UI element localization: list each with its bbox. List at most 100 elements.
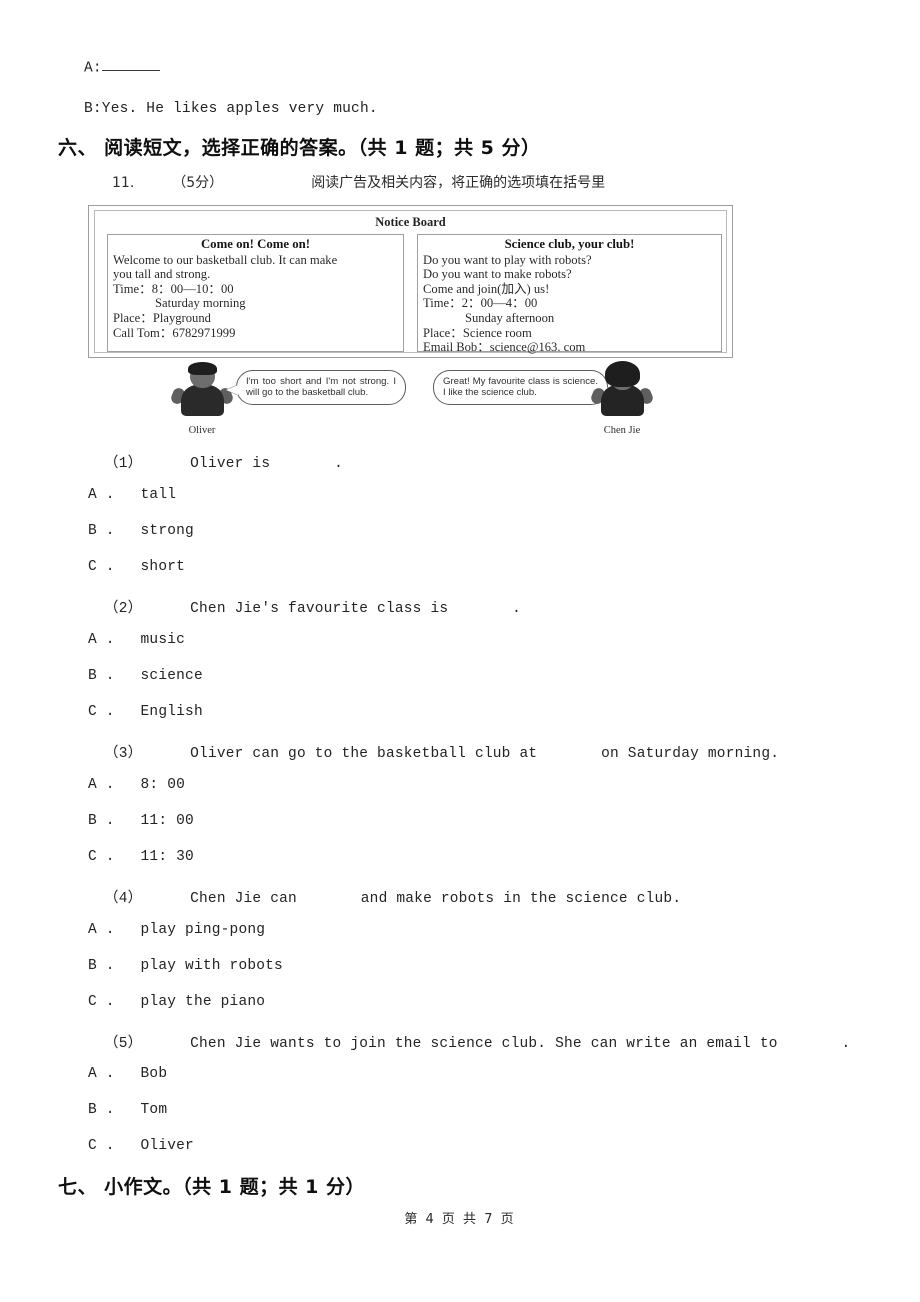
option-text: short: [140, 559, 186, 575]
question-stem: （5） Chen Jie wants to join the science c…: [104, 1031, 850, 1052]
question-text: Chen Jie wants to join the science club.…: [190, 1036, 778, 1052]
option-letter: C .: [88, 1138, 115, 1154]
notice-line: you tall and strong.: [113, 267, 211, 282]
question-stem: （4） Chen Jie can and make robots in the …: [104, 886, 681, 907]
question-text-tail: .: [512, 601, 521, 617]
option-letter: A .: [88, 632, 115, 648]
option-text: 11: 30: [140, 849, 194, 865]
question-text: Chen Jie can: [190, 891, 297, 907]
question-stem: （2） Chen Jie's favourite class is .: [104, 596, 521, 617]
chenjie-character-icon: Chen Jie: [589, 361, 655, 436]
question-text-tail: .: [841, 1036, 851, 1052]
option-letter: C .: [88, 559, 115, 575]
chenjie-speech-text: Great! My favourite class is science. I …: [443, 376, 598, 399]
option-text: Tom: [140, 1102, 168, 1118]
option-text: music: [140, 632, 186, 648]
dialogue-line-a: A:: [84, 58, 160, 76]
option-row[interactable]: B . play with robots: [88, 958, 283, 974]
notice-line: Place：Science room: [423, 325, 532, 340]
hair-icon: [188, 362, 217, 375]
option-letter: B .: [88, 1102, 115, 1118]
option-row[interactable]: A . tall: [88, 487, 176, 503]
hair-icon: [605, 361, 640, 387]
notice-line: Time：2：00—4：00: [423, 296, 538, 311]
notice-line: Do you want to play with robots?: [423, 252, 592, 267]
question-number: （1）: [104, 456, 143, 472]
notice-line: Sunday afternoon: [465, 310, 555, 325]
question-stem: （1） Oliver is .: [104, 451, 343, 472]
option-text: Oliver: [140, 1138, 194, 1154]
section-six-heading: 六、 阅读短文，选择正确的答案。（共 1 题；共 5 分）: [58, 137, 541, 159]
option-letter: C .: [88, 994, 115, 1010]
notice-line: Place：Playground: [113, 310, 211, 325]
option-letter: A .: [88, 777, 115, 793]
option-row[interactable]: B . 11: 00: [88, 813, 194, 829]
dialogue-line-a-label: A:: [84, 60, 102, 77]
option-letter: A .: [88, 487, 115, 503]
option-row[interactable]: B . Tom: [88, 1102, 167, 1118]
question-text-tail: .: [334, 456, 343, 472]
section-seven-heading: 七、 小作文。（共 1 题；共 1 分）: [58, 1176, 366, 1198]
option-text: 11: 00: [140, 813, 194, 829]
notice-line: Do you want to make robots?: [423, 267, 572, 282]
option-row[interactable]: B . strong: [88, 523, 194, 539]
item-prompt: 阅读广告及相关内容，将正确的选项填在括号里: [311, 175, 606, 191]
option-row[interactable]: A . play ping-pong: [88, 922, 265, 938]
question-number: （2）: [104, 601, 143, 617]
option-text: tall: [140, 487, 177, 503]
oliver-name-label: Oliver: [188, 425, 216, 436]
question-stem: （3） Oliver can go to the basketball club…: [104, 741, 779, 762]
question-text-tail: on Saturday morning.: [601, 746, 780, 762]
option-letter: B .: [88, 958, 115, 974]
chenjie-name-label: Chen Jie: [603, 425, 641, 436]
option-letter: A .: [88, 922, 115, 938]
option-letter: B .: [88, 523, 115, 539]
answer-blank[interactable]: [101, 58, 160, 72]
option-text: strong: [140, 523, 194, 539]
basketball-club-heading: Come on! Come on!: [200, 237, 311, 251]
notice-line: Come and join(加入) us!: [423, 281, 550, 296]
oliver-speech-bubble: I'm too short and I'm not strong. I will…: [226, 370, 406, 405]
option-row[interactable]: C . Oliver: [88, 1138, 194, 1154]
chenjie-speech-bubble: Great! My favourite class is science. I …: [433, 370, 618, 405]
question-number: （3）: [104, 746, 143, 762]
notice-line: Email Bob：science@163. com: [423, 340, 586, 355]
option-row[interactable]: A . music: [88, 632, 185, 648]
notice-line: Time：8：00—10：00: [113, 281, 234, 296]
option-text: play with robots: [140, 958, 283, 974]
basketball-club-notice: Come on! Come on! Welcome to our basketb…: [107, 234, 404, 352]
option-text: play the piano: [140, 994, 266, 1010]
oliver-character-icon: Oliver: [169, 362, 235, 436]
option-letter: B .: [88, 668, 115, 684]
option-row[interactable]: B . science: [88, 668, 203, 684]
notice-board-title: Notice Board: [375, 215, 446, 229]
oliver-speech-text: I'm too short and I'm not strong. I will…: [246, 376, 396, 399]
option-row[interactable]: C . short: [88, 559, 185, 575]
option-row[interactable]: C . English: [88, 704, 203, 720]
option-letter: C .: [88, 849, 115, 865]
notice-line: Saturday morning: [155, 296, 246, 311]
question-number: （5）: [104, 1036, 143, 1052]
option-row[interactable]: C . play the piano: [88, 994, 265, 1010]
characters-figure: Oliver I'm too short and I'm not strong.…: [88, 360, 733, 442]
notice-board-figure: Notice Board Come on! Come on! Welcome t…: [88, 205, 733, 358]
item-number: 11.: [112, 175, 135, 191]
option-letter: B .: [88, 813, 115, 829]
option-row[interactable]: A . Bob: [88, 1066, 167, 1082]
question-number: （4）: [104, 891, 143, 907]
item-points: （5分）: [172, 175, 224, 191]
question-item-11-header: 11. （5分） 阅读广告及相关内容，将正确的选项填在括号里: [112, 172, 605, 192]
dialogue-line-b: B:Yes. He likes apples very much.: [84, 101, 378, 117]
bubble-tail-icon: [226, 385, 238, 395]
page-footer: 第 4 页 共 7 页: [404, 1212, 516, 1227]
science-club-heading: Science club, your club!: [504, 237, 635, 251]
option-row[interactable]: C . 11: 30: [88, 849, 194, 865]
option-letter: A .: [88, 1066, 115, 1082]
notice-board-frame: Notice Board Come on! Come on! Welcome t…: [94, 210, 727, 355]
question-text: Oliver is: [190, 456, 271, 472]
option-row[interactable]: A . 8: 00: [88, 777, 185, 793]
question-text: Chen Jie's favourite class is: [190, 601, 449, 617]
option-text: 8: 00: [140, 777, 186, 793]
exam-page: A: B:Yes. He likes apples very much. 六、 …: [0, 0, 920, 1302]
option-text: science: [140, 668, 203, 684]
